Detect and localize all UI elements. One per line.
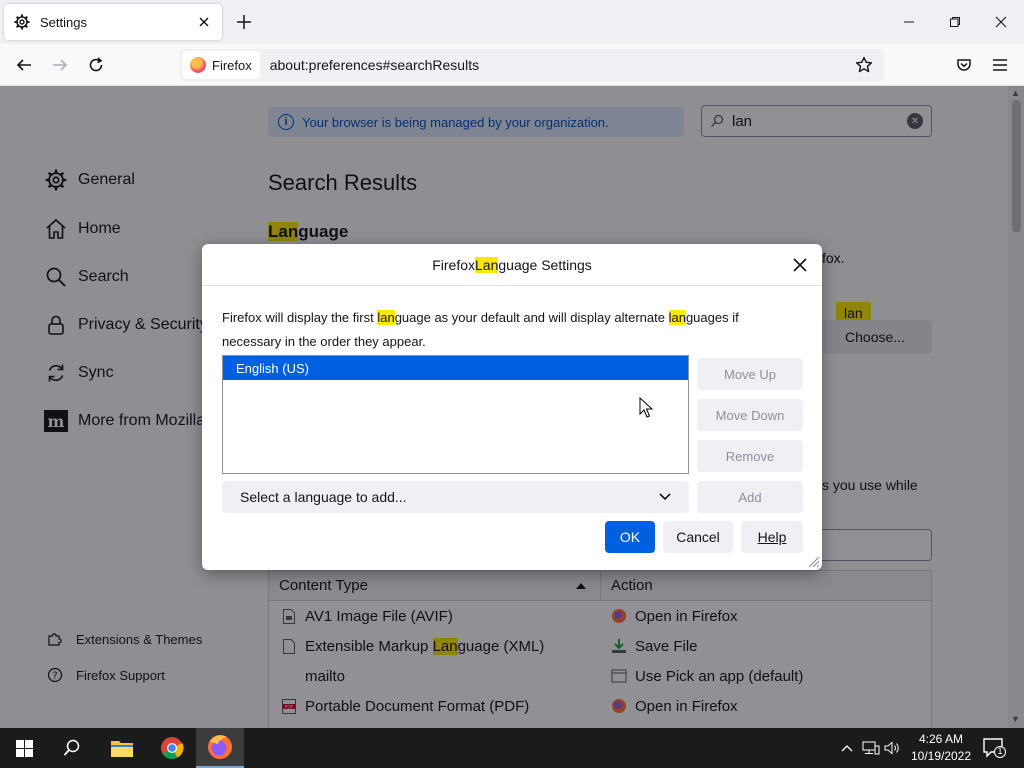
clock-time: 4:26 AM <box>918 732 964 746</box>
dialog-description: Firefox will display the first language … <box>222 306 782 354</box>
forward-button[interactable] <box>48 53 72 77</box>
title-text: Firefox <box>432 256 476 273</box>
show-hidden-icons-chevron[interactable] <box>838 738 856 758</box>
url-bar[interactable]: Firefox about:preferences#searchResults <box>180 49 884 81</box>
reload-button[interactable] <box>84 53 108 77</box>
add-language-select[interactable]: Select a language to add... <box>222 481 689 513</box>
system-clock[interactable]: 4:26 AM 10/19/2022 <box>906 731 976 765</box>
new-tab-button[interactable] <box>234 12 254 32</box>
cancel-button[interactable]: Cancel <box>663 521 733 553</box>
windows-taskbar: 4:26 AM 10/19/2022 1 <box>0 728 1024 768</box>
network-icon[interactable] <box>862 738 880 758</box>
close-tab-icon[interactable] <box>196 14 212 30</box>
restore-button[interactable] <box>943 10 967 34</box>
search-highlight: Lan <box>475 256 499 273</box>
move-down-button[interactable]: Move Down <box>697 399 803 431</box>
url-text[interactable]: about:preferences#searchResults <box>270 57 479 73</box>
search-icon <box>63 739 80 756</box>
firefox-icon <box>190 57 206 73</box>
identity-label: Firefox <box>212 57 252 73</box>
list-item[interactable]: English (US) <box>223 356 688 380</box>
action-center-button[interactable]: 1 <box>982 737 1006 759</box>
desc-text: Firefox will display the first <box>222 310 378 325</box>
tab-settings[interactable]: Settings <box>4 4 222 40</box>
gear-icon <box>14 14 30 30</box>
file-explorer-button[interactable] <box>98 728 146 768</box>
site-identity-button[interactable]: Firefox <box>182 51 260 79</box>
mouse-cursor-icon <box>639 397 653 418</box>
tab-strip: Settings <box>0 0 1024 44</box>
select-placeholder: Select a language to add... <box>240 489 407 505</box>
close-window-button[interactable] <box>989 10 1013 34</box>
navigation-toolbar: Firefox about:preferences#searchResults <box>0 44 1024 86</box>
desc-text: guage as your default and will display a… <box>394 310 669 325</box>
remove-button[interactable]: Remove <box>697 440 803 472</box>
tab-title: Settings <box>40 14 87 30</box>
close-icon <box>793 258 807 272</box>
chrome-button[interactable] <box>148 728 196 768</box>
search-highlight: lan <box>377 310 395 325</box>
language-settings-dialog: Firefox Lan guage Settings Firefox will d… <box>202 244 822 570</box>
firefox-icon <box>208 735 232 759</box>
start-button[interactable] <box>0 728 48 768</box>
notification-count: 1 <box>997 746 1003 756</box>
pocket-icon[interactable] <box>952 53 976 77</box>
windows-logo-icon <box>15 739 33 757</box>
chevron-down-icon <box>659 493 671 501</box>
dialog-title: Firefox Lan guage Settings <box>202 244 822 286</box>
volume-icon[interactable] <box>884 738 902 758</box>
clock-date: 10/19/2022 <box>910 749 972 763</box>
hamburger-menu-icon[interactable] <box>988 53 1012 77</box>
minimize-button[interactable] <box>897 10 921 34</box>
search-highlight: lan <box>668 310 686 325</box>
taskbar-search-button[interactable] <box>48 728 96 768</box>
active-languages-list[interactable]: English (US) <box>222 355 689 474</box>
title-text: guage Settings <box>498 256 592 273</box>
bookmark-star-icon[interactable] <box>854 55 874 75</box>
ok-button[interactable]: OK <box>605 521 655 553</box>
folder-icon <box>111 741 133 757</box>
firefox-taskbar-button[interactable] <box>196 728 244 768</box>
move-up-button[interactable]: Move Up <box>697 358 803 390</box>
back-button[interactable] <box>12 53 36 77</box>
add-button[interactable]: Add <box>697 481 803 513</box>
help-button[interactable]: Help <box>741 521 803 553</box>
resize-grip-icon[interactable] <box>806 554 820 568</box>
close-dialog-button[interactable] <box>788 253 812 277</box>
chrome-icon <box>161 737 184 759</box>
